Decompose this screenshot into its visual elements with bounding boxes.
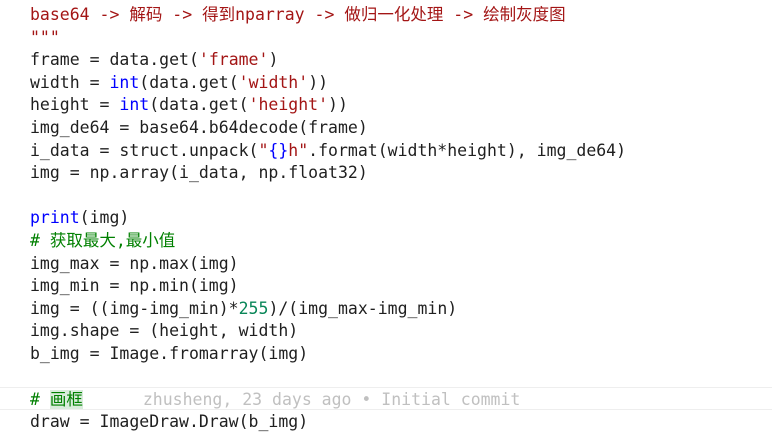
code-line[interactable]: i_data = struct.unpack("{}h".format(widt… bbox=[0, 139, 772, 162]
code-token: 画框 bbox=[49, 390, 83, 410]
code-line-content: img = ((img-img_min)*255)/(img_max-img_m… bbox=[30, 297, 457, 320]
code-token: int bbox=[109, 72, 140, 92]
code-token: draw = ImageDraw.Draw(b_img) bbox=[30, 411, 309, 431]
code-line[interactable] bbox=[0, 365, 772, 388]
code-token: b_img = Image.fromarray(img) bbox=[30, 344, 309, 363]
code-line[interactable]: # 画框 zhusheng, 23 days ago • Initial comm… bbox=[0, 387, 772, 411]
code-token: (data.get( bbox=[139, 72, 239, 92]
code-token: (data.get( bbox=[149, 95, 249, 115]
code-line[interactable]: img.shape = (height, width) bbox=[0, 319, 772, 342]
code-token: .format(width*height), img_de64) bbox=[308, 140, 627, 160]
code-line-content: # 画框 zhusheng, 23 days ago • Initial comm… bbox=[30, 388, 520, 411]
code-token: (img) bbox=[79, 208, 130, 228]
code-line[interactable]: print(img) bbox=[0, 206, 772, 229]
code-line[interactable] bbox=[0, 184, 772, 207]
code-token: img_de64 = base64.b64decode(frame) bbox=[30, 118, 368, 137]
code-line[interactable]: width = int(data.get('width')) bbox=[0, 71, 772, 94]
code-line-content: base64 -> 解码 -> 得到nparray -> 做归一化处理 -> 绘… bbox=[30, 3, 566, 26]
code-token: int bbox=[119, 95, 150, 115]
code-token: height = bbox=[30, 95, 120, 115]
code-token: )/(img_max-img_min) bbox=[268, 298, 458, 318]
code-line-content: i_data = struct.unpack("{}h".format(widt… bbox=[30, 139, 626, 162]
code-token: """ bbox=[30, 27, 60, 47]
code-token: " bbox=[258, 140, 269, 160]
code-line[interactable]: b_img = Image.fromarray(img) bbox=[0, 342, 772, 365]
code-token: 'height' bbox=[248, 95, 329, 115]
code-token: img = ((img-img_min)* bbox=[30, 298, 239, 318]
git-blame-annotation: zhusheng, 23 days ago • Initial commit bbox=[142, 390, 521, 410]
code-token: img_max = np.max(img) bbox=[30, 253, 239, 273]
code-token: base64 -> 解码 -> 得到nparray -> 做归一化处理 -> 绘… bbox=[30, 5, 566, 24]
code-line-content: img_de64 = base64.b64decode(frame) bbox=[30, 116, 368, 139]
code-line-content: width = int(data.get('width')) bbox=[30, 71, 328, 94]
code-token: 255 bbox=[238, 298, 269, 318]
code-line[interactable]: # 获取最大,最小值 bbox=[0, 229, 772, 252]
code-line-content: img_max = np.max(img) bbox=[30, 252, 239, 275]
code-token: i_data = struct.unpack( bbox=[30, 140, 259, 160]
code-line-content: b_img = Image.fromarray(img) bbox=[30, 342, 308, 365]
code-line-content: height = int(data.get('height')) bbox=[30, 93, 348, 116]
code-token: # bbox=[30, 390, 50, 410]
code-line-content: draw = ImageDraw.Draw(b_img) bbox=[30, 410, 308, 433]
code-token: img_min = np.min(img) bbox=[30, 276, 239, 296]
code-line-content: frame = data.get('frame') bbox=[30, 48, 278, 71]
code-token: img.shape = (height, width) bbox=[30, 321, 299, 341]
code-line[interactable]: frame = data.get('frame') bbox=[0, 48, 772, 71]
code-line[interactable]: img_de64 = base64.b64decode(frame) bbox=[0, 116, 772, 139]
code-token: ) bbox=[268, 50, 279, 70]
code-line-content: img_min = np.min(img) bbox=[30, 274, 239, 297]
code-token: 'frame' bbox=[198, 50, 269, 70]
code-line[interactable]: """ bbox=[0, 26, 772, 49]
code-editor[interactable]: base64 -> 解码 -> 得到nparray -> 做归一化处理 -> 绘… bbox=[0, 0, 772, 436]
code-line-content: # 获取最大,最小值 bbox=[30, 229, 175, 252]
code-token: 'width' bbox=[238, 72, 309, 92]
code-line[interactable]: base64 -> 解码 -> 得到nparray -> 做归一化处理 -> 绘… bbox=[0, 3, 772, 26]
code-token: print bbox=[30, 208, 80, 228]
code-line-content: """ bbox=[30, 26, 60, 49]
code-token: width = bbox=[30, 72, 110, 92]
code-line-content: print(img) bbox=[30, 206, 129, 229]
code-line[interactable]: img_max = np.max(img) bbox=[0, 252, 772, 275]
code-line-content: img.shape = (height, width) bbox=[30, 319, 298, 342]
code-token: frame = data.get( bbox=[30, 50, 199, 70]
code-token: )) bbox=[308, 72, 329, 92]
code-line[interactable]: img_min = np.min(img) bbox=[0, 274, 772, 297]
code-token: {} bbox=[268, 140, 289, 160]
code-line-content: img = np.array(i_data, np.float32) bbox=[30, 161, 368, 184]
code-token: # 获取最大,最小值 bbox=[30, 231, 176, 250]
code-line[interactable]: height = int(data.get('height')) bbox=[0, 93, 772, 116]
code-token: img = np.array(i_data, np.float32) bbox=[30, 163, 368, 183]
code-token: h" bbox=[288, 140, 309, 160]
code-line[interactable]: img = ((img-img_min)*255)/(img_max-img_m… bbox=[0, 297, 772, 320]
code-token: )) bbox=[328, 95, 348, 115]
code-line[interactable]: img = np.array(i_data, np.float32) bbox=[0, 161, 772, 184]
code-line[interactable]: draw = ImageDraw.Draw(b_img) bbox=[0, 410, 772, 433]
